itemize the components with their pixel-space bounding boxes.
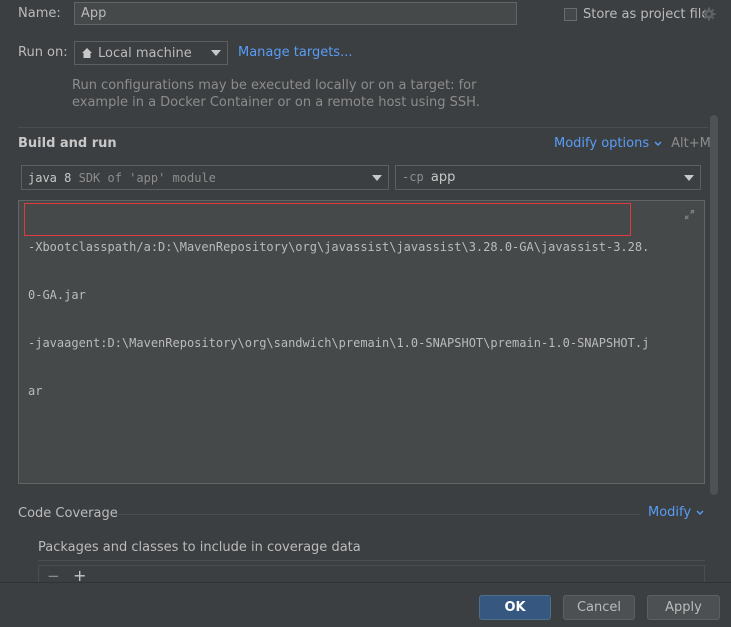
vm-options-line3: -javaagent:D:\MavenRepository\org\sandwi… bbox=[28, 336, 650, 350]
checkbox-box[interactable] bbox=[564, 8, 577, 21]
separator bbox=[18, 127, 708, 128]
sdk-hint: SDK of 'app' module bbox=[78, 170, 216, 185]
cancel-button[interactable]: Cancel bbox=[563, 595, 635, 620]
home-icon bbox=[82, 48, 92, 58]
chevron-down-icon bbox=[372, 174, 382, 181]
build-and-run-title: Build and run bbox=[18, 136, 117, 151]
vm-options-textarea[interactable]: -Xbootclasspath/a:D:\MavenRepository\org… bbox=[18, 200, 705, 484]
chevron-down-icon bbox=[654, 141, 662, 146]
run-hint-line2: example in a Docker Container or on a re… bbox=[72, 95, 480, 110]
run-hint-line1: Run configurations may be executed local… bbox=[72, 78, 477, 93]
vm-options-line2: 0-GA.jar bbox=[28, 288, 86, 302]
sdk-java-version: java 8 bbox=[28, 170, 72, 185]
gear-icon[interactable] bbox=[702, 7, 716, 21]
cp-value: app bbox=[430, 170, 456, 185]
coverage-modify-button[interactable]: Modify bbox=[648, 505, 704, 520]
name-label: Name: bbox=[18, 6, 61, 21]
run-hint: Run configurations may be executed local… bbox=[72, 77, 480, 111]
expand-icon[interactable] bbox=[684, 209, 695, 220]
chevron-down-icon bbox=[684, 174, 694, 181]
sdk-combo[interactable]: java 8 SDK of 'app' module bbox=[21, 165, 389, 190]
apply-button[interactable]: Apply bbox=[647, 595, 720, 620]
scrollbar-thumb[interactable] bbox=[710, 115, 718, 495]
manage-targets-link[interactable]: Manage targets... bbox=[238, 45, 352, 60]
packages-separator bbox=[38, 560, 705, 561]
cp-prefix: -cp bbox=[402, 170, 424, 184]
run-on-combo[interactable]: Local machine bbox=[74, 41, 228, 65]
run-on-label: Run on: bbox=[18, 45, 68, 60]
packages-label: Packages and classes to include in cover… bbox=[38, 540, 361, 555]
store-as-project-label: Store as project file bbox=[583, 7, 710, 22]
modify-options-label: Modify options bbox=[554, 136, 650, 151]
store-as-project-checkbox[interactable]: Store as project file bbox=[564, 7, 709, 22]
ok-button[interactable]: OK bbox=[479, 595, 551, 620]
run-on-value: Local machine bbox=[98, 45, 192, 61]
classpath-combo[interactable]: -cp app bbox=[395, 165, 701, 190]
coverage-modify-label: Modify bbox=[648, 505, 692, 520]
code-coverage-title: Code Coverage bbox=[18, 506, 118, 521]
vm-options-content: -Xbootclasspath/a:D:\MavenRepository\org… bbox=[28, 207, 649, 431]
vm-options-line1: -Xbootclasspath/a:D:\MavenRepository\org… bbox=[28, 240, 650, 254]
chevron-down-icon bbox=[211, 50, 221, 56]
modify-options-button[interactable]: Modify options Alt+M bbox=[554, 136, 711, 151]
chevron-down-icon bbox=[696, 510, 704, 515]
name-input[interactable]: App bbox=[74, 2, 517, 25]
vm-options-line4: ar bbox=[28, 384, 43, 398]
highlight-box bbox=[24, 203, 631, 236]
code-coverage-separator bbox=[116, 514, 640, 515]
modify-options-shortcut: Alt+M bbox=[671, 136, 711, 151]
name-input-value: App bbox=[81, 6, 107, 21]
